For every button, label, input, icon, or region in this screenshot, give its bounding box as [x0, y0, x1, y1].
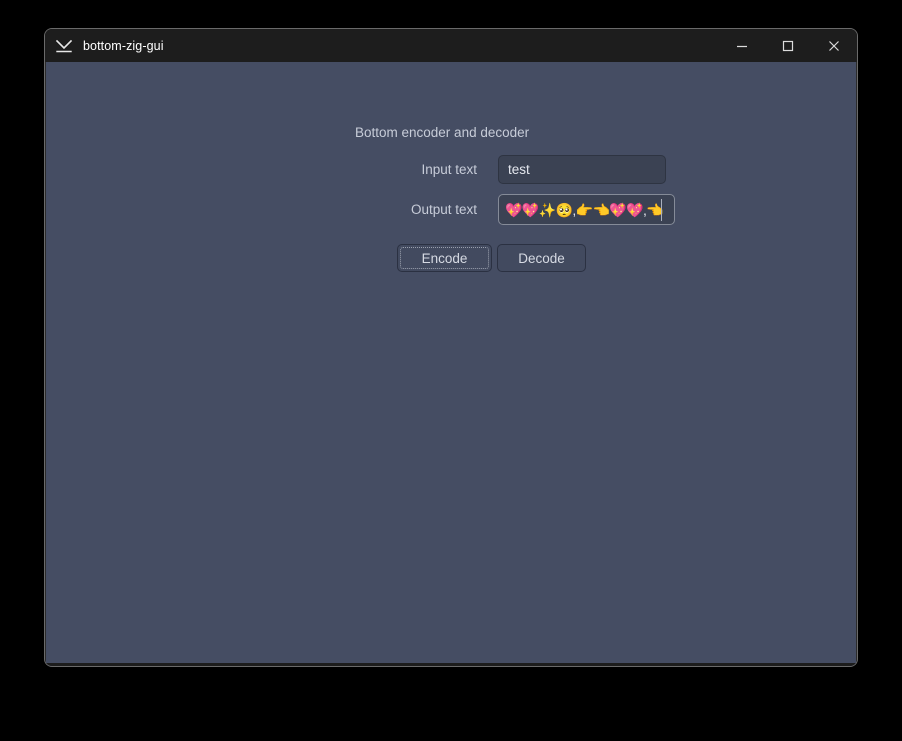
window-titlebar[interactable]: bottom-zig-gui: [45, 29, 857, 62]
close-button[interactable]: [811, 29, 857, 62]
input-text-label: Input text: [46, 162, 498, 177]
application-window: bottom-zig-gui Bottom encoder and decode…: [45, 29, 857, 666]
client-area: Bottom encoder and decoder Input text te…: [45, 62, 857, 666]
maximize-button[interactable]: [765, 29, 811, 62]
chevron-down-underline-icon: [54, 36, 74, 56]
text-caret: [661, 199, 662, 221]
encode-button[interactable]: Encode: [397, 244, 492, 272]
output-text-value: 💖💖✨🥺,👉👈💖💖,👈: [505, 203, 663, 217]
input-text-row: Input text test: [46, 155, 666, 184]
minimize-button[interactable]: [719, 29, 765, 62]
minimize-icon: [735, 39, 749, 53]
output-text-label: Output text: [46, 202, 498, 217]
output-text-row: Output text 💖💖✨🥺,👉👈💖💖,👈: [46, 194, 675, 225]
decode-button[interactable]: Decode: [497, 244, 586, 272]
output-text-field[interactable]: 💖💖✨🥺,👉👈💖💖,👈: [498, 194, 675, 225]
maximize-icon: [781, 39, 795, 53]
close-icon: [827, 39, 841, 53]
window-title: bottom-zig-gui: [83, 39, 164, 53]
input-text-value: test: [508, 162, 530, 177]
action-button-row: Encode Decode: [397, 244, 586, 272]
input-text-field[interactable]: test: [498, 155, 666, 184]
window-controls: [719, 29, 857, 62]
page-title: Bottom encoder and decoder: [355, 125, 529, 140]
